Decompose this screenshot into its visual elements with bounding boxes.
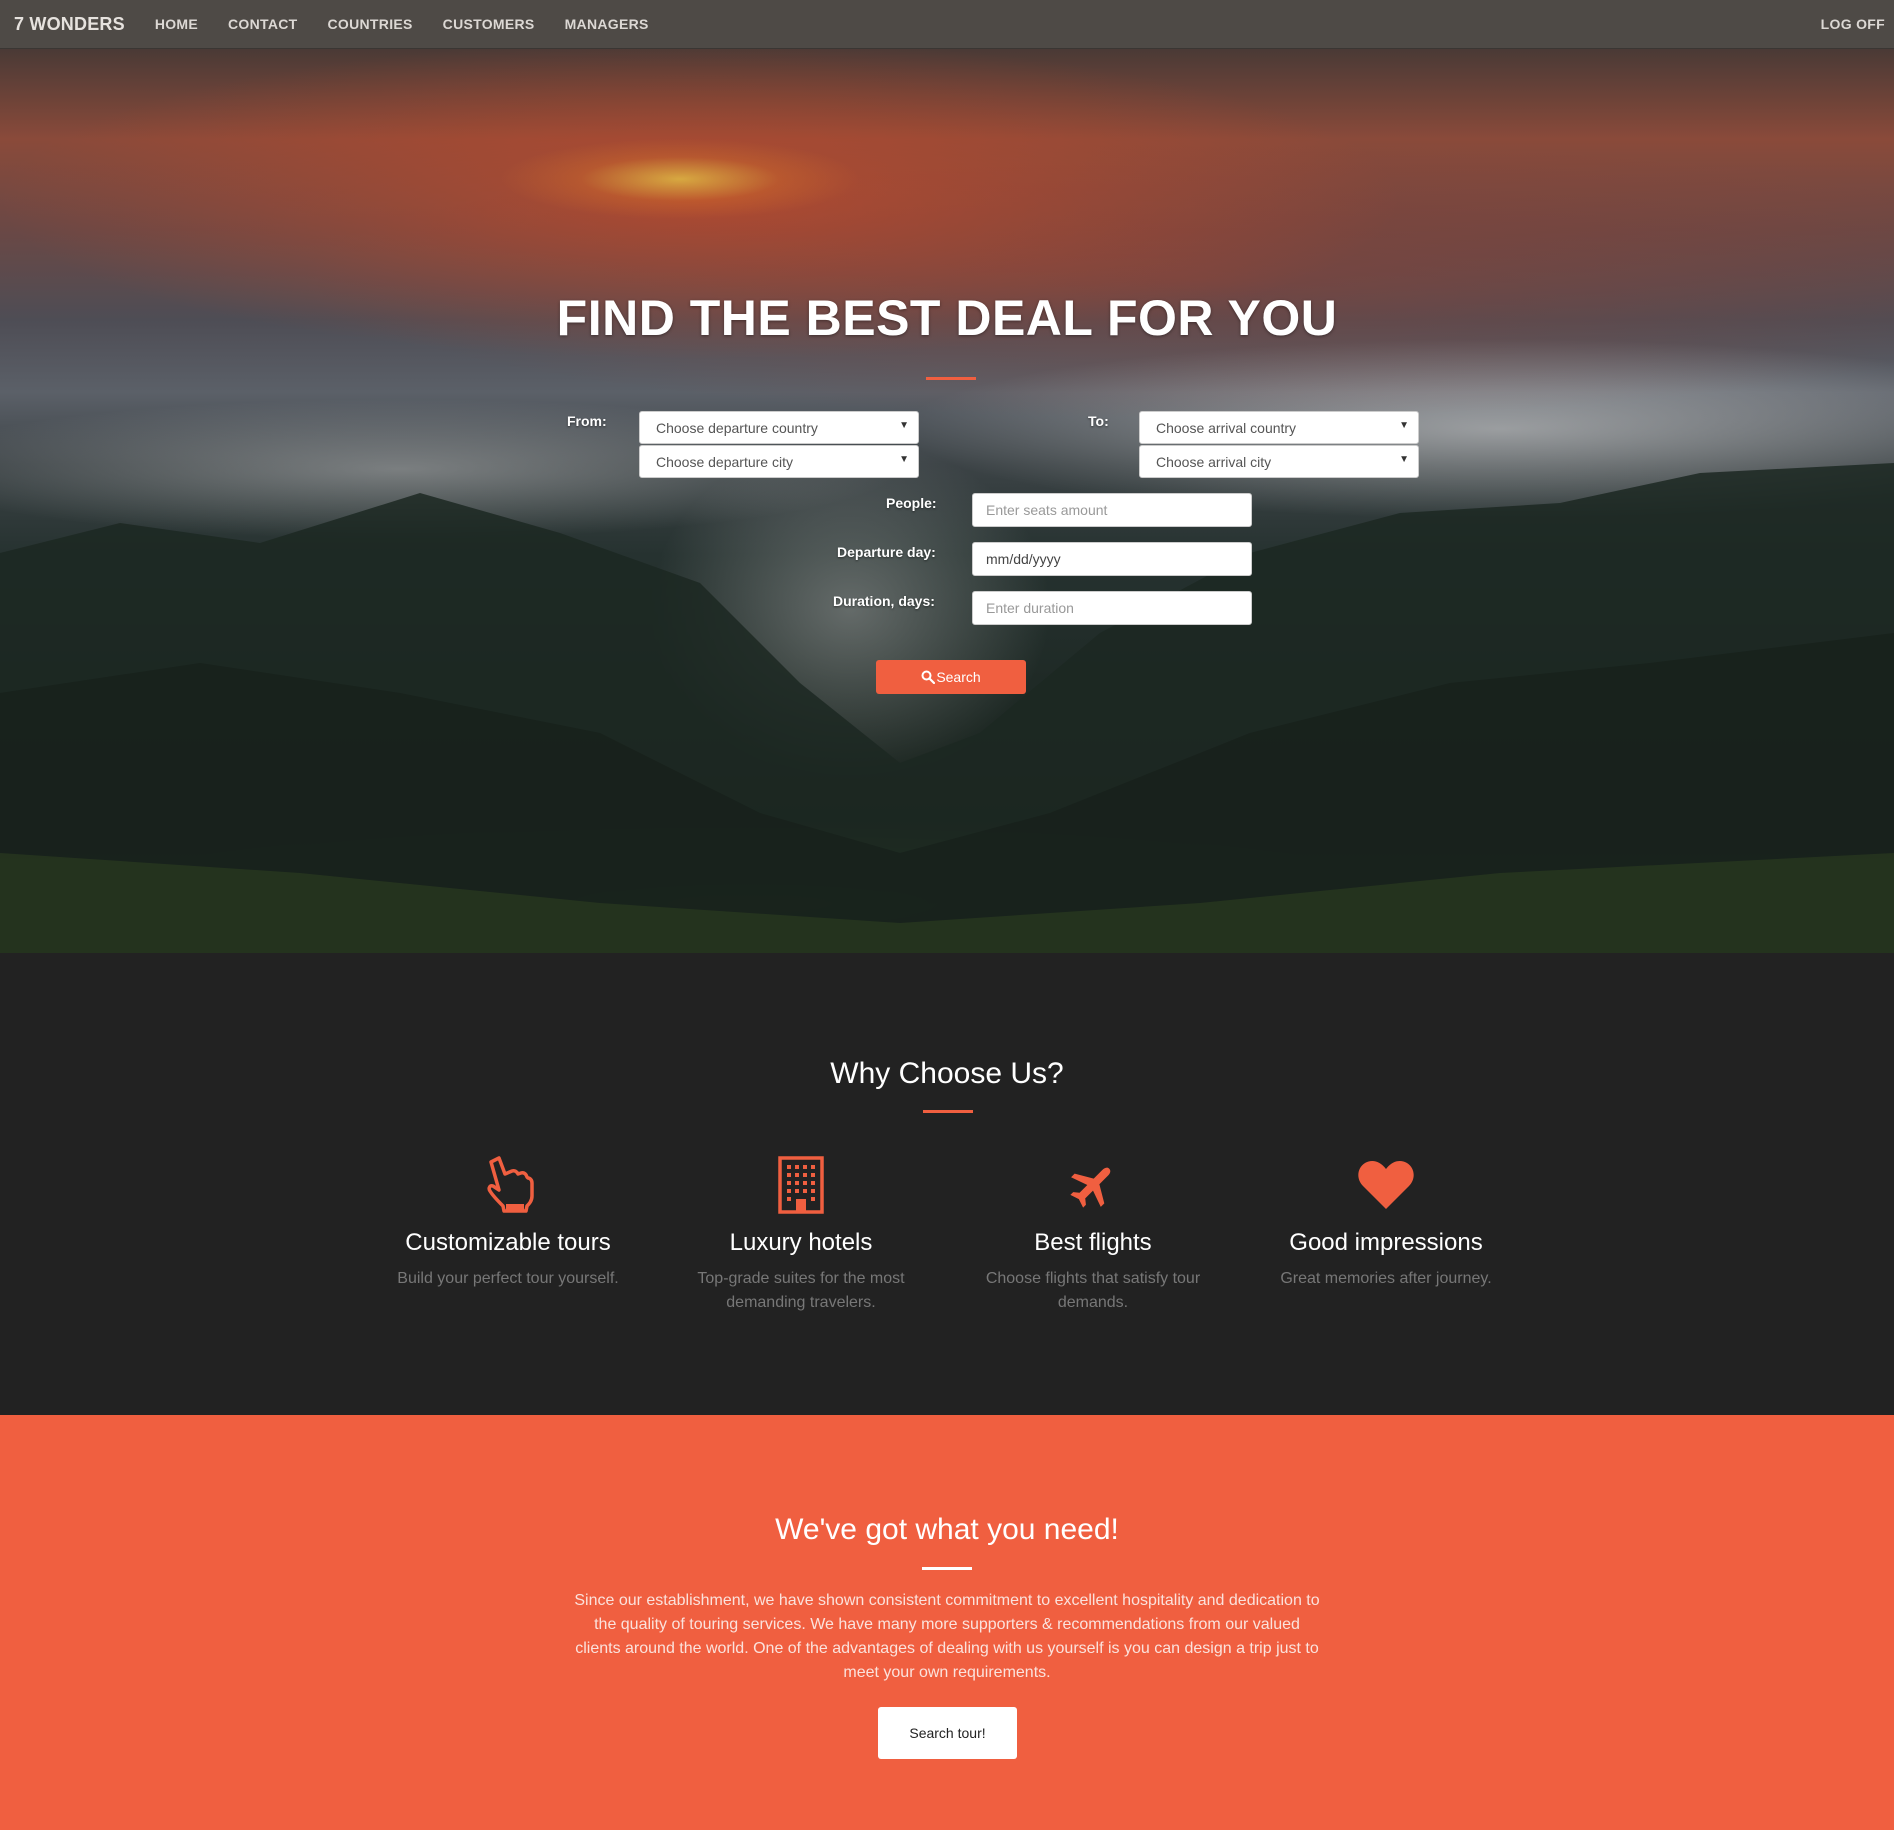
departure-country-select[interactable]: Choose departure country ▼: [639, 411, 919, 444]
need-description: Since our establishment, we have shown c…: [574, 1592, 1320, 1681]
search-icon: [921, 670, 936, 684]
building-icon: [778, 1156, 824, 1214]
feature-best-flights: Best flights Choose flights that satisfy…: [973, 1153, 1213, 1315]
feature-title: Customizable tours: [405, 1229, 611, 1256]
nav-countries[interactable]: COUNTRIES: [328, 16, 413, 32]
duration-input[interactable]: Enter duration: [972, 591, 1252, 625]
hand-pointer-icon: [487, 1156, 534, 1213]
arrival-city-value: Choose arrival city: [1156, 454, 1272, 470]
feature-text: Great memories after journey.: [1280, 1270, 1492, 1287]
feature-good-impressions: Good impressions Great memories after jo…: [1266, 1153, 1506, 1291]
feature-title: Good impressions: [1289, 1229, 1483, 1256]
nav-customers[interactable]: CUSTOMERS: [443, 16, 535, 32]
why-divider: [923, 1110, 973, 1113]
chevron-down-icon: ▼: [1399, 420, 1409, 431]
chevron-down-icon: ▼: [899, 420, 909, 431]
feature-title: Best flights: [1034, 1229, 1152, 1256]
feature-text: Build your perfect tour yourself.: [397, 1270, 619, 1287]
chevron-down-icon: ▼: [899, 454, 909, 465]
duration-label: Duration, days:: [833, 593, 935, 609]
feature-customizable-tours: Customizable tours Build your perfect to…: [388, 1153, 628, 1291]
departure-country-value: Choose departure country: [656, 420, 818, 436]
people-label: People:: [886, 495, 937, 511]
arrival-country-select[interactable]: Choose arrival country ▼: [1139, 411, 1419, 444]
feature-text: Top-grade suites for the most demanding …: [697, 1270, 905, 1311]
log-off-link[interactable]: LOG OFF: [1821, 16, 1885, 32]
search-button[interactable]: Search: [876, 660, 1026, 694]
arrival-country-value: Choose arrival country: [1156, 420, 1297, 436]
nav-home[interactable]: HOME: [155, 16, 198, 32]
search-form: FIND THE BEST DEAL FOR YOU From: Choose …: [0, 49, 1894, 953]
departure-day-input[interactable]: mm/dd/yyyy: [972, 542, 1252, 576]
need-title: We've got what you need!: [775, 1513, 1119, 1546]
feature-text: Choose flights that satisfy tour demands…: [985, 1270, 1201, 1311]
chevron-down-icon: ▼: [1399, 454, 1409, 465]
brand-logo[interactable]: 7 WONDERS: [14, 14, 125, 35]
nav-managers[interactable]: MANAGERS: [565, 16, 649, 32]
feature-luxury-hotels: Luxury hotels Top-grade suites for the m…: [681, 1153, 921, 1315]
people-input[interactable]: Enter seats amount: [972, 493, 1252, 527]
need-divider: [922, 1567, 972, 1570]
plane-icon: [1070, 1167, 1111, 1208]
departure-day-label: Departure day:: [837, 544, 936, 560]
search-tour-button[interactable]: Search tour!: [878, 1707, 1017, 1759]
hero-section: FIND THE BEST DEAL FOR YOU From: Choose …: [0, 49, 1894, 953]
search-button-label: Search: [936, 669, 981, 685]
nav-contact[interactable]: CONTACT: [228, 16, 298, 32]
heart-icon: [1358, 1161, 1414, 1209]
top-navbar: 7 WONDERS HOME CONTACT COUNTRIES CUSTOME…: [0, 0, 1894, 49]
hero-title: FIND THE BEST DEAL FOR YOU: [556, 290, 1338, 346]
what-you-need-section: We've got what you need! Since our estab…: [0, 1415, 1894, 1830]
departure-city-value: Choose departure city: [656, 454, 793, 470]
to-label: To:: [1088, 413, 1109, 429]
hero-divider: [926, 377, 976, 380]
why-choose-us-section: Why Choose Us? Customizable tours Build …: [0, 953, 1894, 1415]
from-label: From:: [567, 413, 607, 429]
feature-title: Luxury hotels: [729, 1229, 873, 1256]
departure-city-select[interactable]: Choose departure city ▼: [639, 445, 919, 478]
arrival-city-select[interactable]: Choose arrival city ▼: [1139, 445, 1419, 478]
why-title: Why Choose Us?: [830, 1057, 1064, 1090]
